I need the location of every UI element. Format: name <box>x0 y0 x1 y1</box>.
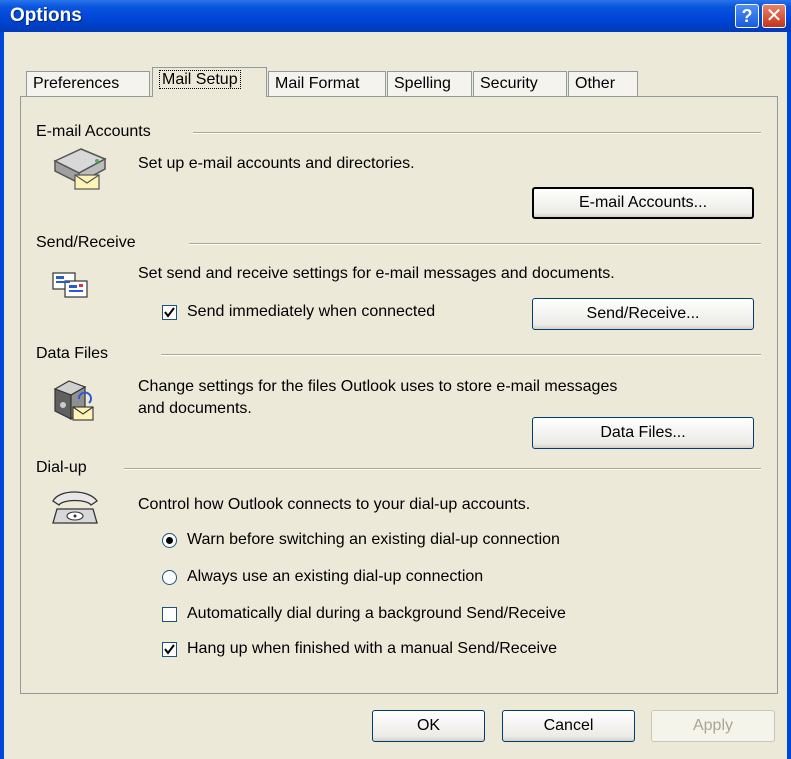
radio-selected-dot <box>166 537 173 544</box>
data-files-divider <box>161 354 761 356</box>
send-receive-heading: Send/Receive <box>36 234 136 251</box>
checkmark-icon <box>164 644 175 655</box>
always-use-existing-label[interactable]: Always use an existing dial-up connectio… <box>187 568 483 586</box>
send-receive-description: Set send and receive settings for e-mail… <box>138 265 615 282</box>
automatically-dial-checkbox[interactable] <box>162 607 177 622</box>
automatically-dial-label[interactable]: Automatically dial during a background S… <box>187 605 566 623</box>
mail-setup-panel: E-mail Accounts Set up e-mail accounts a… <box>20 96 778 694</box>
question-icon: ? <box>741 6 753 26</box>
checkmark-icon <box>164 307 175 318</box>
dialup-divider <box>124 468 761 470</box>
email-accounts-heading: E-mail Accounts <box>36 123 151 140</box>
email-accounts-button[interactable]: E-mail Accounts... <box>532 187 754 219</box>
title-bar[interactable]: Options ? ✕ <box>0 0 791 32</box>
warn-before-switching-radio[interactable] <box>162 533 177 548</box>
email-accounts-icon <box>53 148 107 190</box>
cancel-button[interactable]: Cancel <box>502 710 635 742</box>
always-use-existing-radio[interactable] <box>162 570 177 585</box>
tab-security[interactable]: Security <box>473 71 567 96</box>
telephone-icon <box>52 491 98 524</box>
window-title: Options <box>10 5 82 26</box>
dialup-description: Control how Outlook connects to your dia… <box>138 496 531 513</box>
send-immediately-label[interactable]: Send immediately when connected <box>187 303 435 321</box>
help-button[interactable]: ? <box>735 4 759 28</box>
send-receive-divider <box>189 243 761 245</box>
send-receive-button[interactable]: Send/Receive... <box>532 298 754 330</box>
tab-mail-setup[interactable]: Mail Setup <box>152 67 267 97</box>
close-icon: ✕ <box>765 5 783 27</box>
data-files-description-line1: Change settings for the files Outlook us… <box>138 378 618 395</box>
apply-button[interactable]: Apply <box>651 710 775 742</box>
window-frame-left <box>0 32 4 759</box>
send-receive-icon <box>52 272 88 298</box>
warn-before-switching-label[interactable]: Warn before switching an existing dial-u… <box>187 531 560 549</box>
dialup-heading: Dial-up <box>36 459 87 476</box>
tab-mail-format[interactable]: Mail Format <box>268 71 386 96</box>
email-accounts-divider <box>193 132 761 134</box>
tab-other[interactable]: Other <box>568 71 638 96</box>
email-accounts-description: Set up e-mail accounts and directories. <box>138 155 415 172</box>
data-files-heading: Data Files <box>36 345 109 362</box>
tab-preferences[interactable]: Preferences <box>26 71 150 96</box>
data-files-icon <box>53 380 94 421</box>
tab-spelling[interactable]: Spelling <box>387 71 472 96</box>
window-frame-right <box>787 32 791 759</box>
data-files-button[interactable]: Data Files... <box>532 417 754 449</box>
send-immediately-checkbox[interactable] <box>162 305 177 320</box>
data-files-description-line2: and documents. <box>138 400 252 417</box>
close-button[interactable]: ✕ <box>762 4 786 28</box>
ok-button[interactable]: OK <box>372 710 485 742</box>
hang-up-checkbox[interactable] <box>162 642 177 657</box>
options-dialog: Options ? ✕ Preferences Mail Setup Mail … <box>0 0 791 759</box>
hang-up-label[interactable]: Hang up when finished with a manual Send… <box>187 640 557 658</box>
